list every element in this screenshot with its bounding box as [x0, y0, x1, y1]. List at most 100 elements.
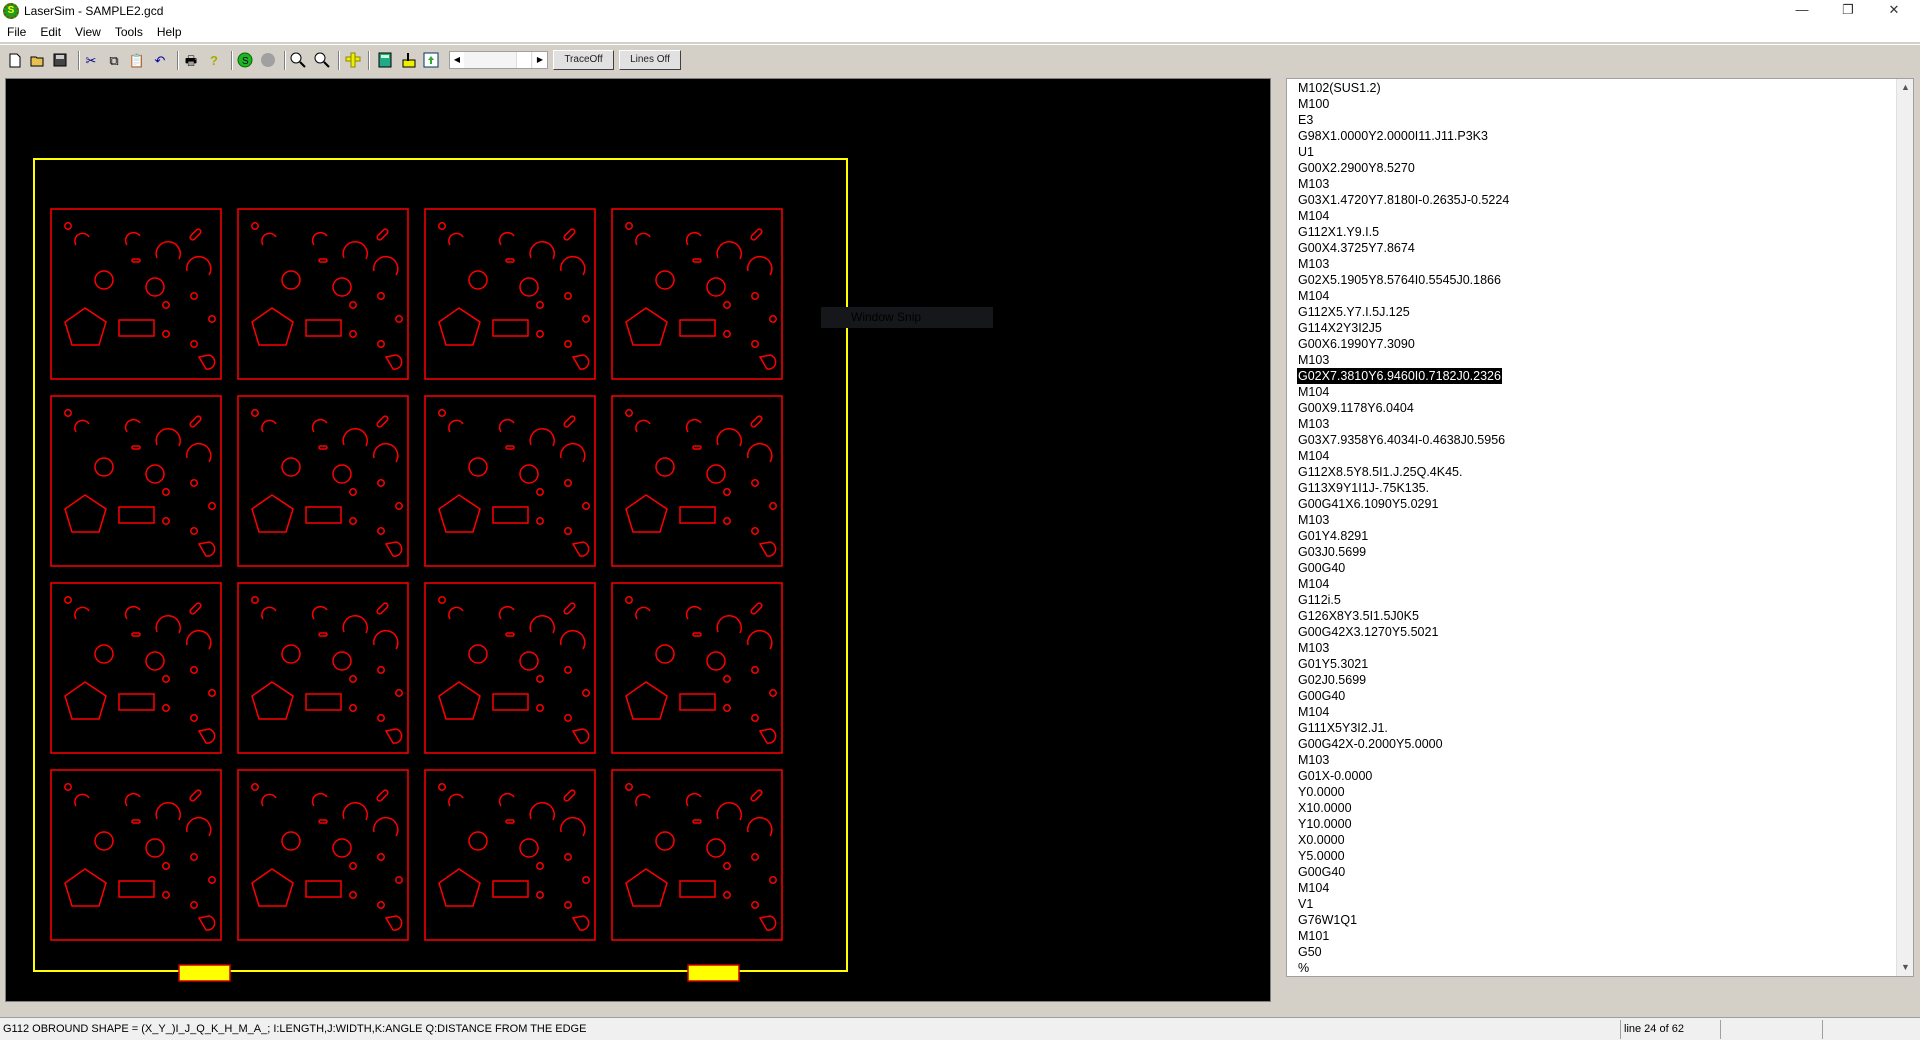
scroll-up-arrow[interactable]: ▲: [1897, 79, 1913, 96]
clamp-right[interactable]: [687, 964, 740, 982]
nested-part-r2-c1: [50, 395, 222, 567]
code-line[interactable]: M103: [1297, 176, 1330, 192]
code-line[interactable]: M103: [1297, 752, 1330, 768]
code-line[interactable]: %: [1297, 960, 1310, 976]
code-line[interactable]: G00G40: [1297, 560, 1346, 576]
code-line[interactable]: M103: [1297, 256, 1330, 272]
code-line[interactable]: G00X4.3725Y7.8674: [1297, 240, 1416, 256]
code-line[interactable]: G03J0.5699: [1297, 544, 1367, 560]
open-folder-icon[interactable]: [29, 51, 47, 69]
code-line[interactable]: G113X9Y1I1J-.75K135.: [1297, 480, 1430, 496]
simulation-canvas[interactable]: [5, 78, 1271, 1002]
code-line-selected[interactable]: G02X7.3810Y6.9460I0.7182J0.2326: [1297, 368, 1502, 384]
code-line[interactable]: M104: [1297, 576, 1330, 592]
code-line[interactable]: M102(SUS1.2): [1297, 80, 1382, 96]
save-icon[interactable]: [51, 51, 69, 69]
toolpath-icon[interactable]: [399, 51, 417, 69]
code-line[interactable]: G01Y5.3021: [1297, 656, 1369, 672]
menu-tools[interactable]: Tools: [108, 25, 150, 39]
vertical-scrollbar[interactable]: ▲ ▼: [1896, 79, 1913, 976]
code-line[interactable]: G112i.5: [1297, 592, 1342, 608]
menu-file[interactable]: File: [0, 25, 33, 39]
code-line[interactable]: G112X1.Y9.I.5: [1297, 224, 1380, 240]
code-line[interactable]: G111X5Y3I2.J1.: [1297, 720, 1389, 736]
code-line[interactable]: G126X8Y3.5I1.5J0K5: [1297, 608, 1420, 624]
restore-button[interactable]: ❐: [1826, 0, 1870, 21]
start-icon[interactable]: S: [236, 51, 254, 69]
code-line[interactable]: M104: [1297, 704, 1330, 720]
gcode-listing[interactable]: M102(SUS1.2) M100 E3 G98X1.0000Y2.0000I11.J…: [1286, 78, 1914, 977]
canvas-drawing: [33, 158, 848, 982]
code-line[interactable]: M104: [1297, 448, 1330, 464]
export-icon[interactable]: [422, 51, 440, 69]
code-line[interactable]: M103: [1297, 416, 1330, 432]
code-line[interactable]: M101: [1297, 928, 1330, 944]
code-line[interactable]: M103: [1297, 512, 1330, 528]
code-line[interactable]: G03X1.4720Y7.8180I-0.2635J-0.5224: [1297, 192, 1510, 208]
code-line[interactable]: M100: [1297, 96, 1330, 112]
lines-off-button[interactable]: Lines Off: [619, 50, 681, 70]
scroll-left-arrow[interactable]: ◀: [450, 52, 464, 68]
horizontal-slider[interactable]: ◀ ▶: [449, 51, 548, 69]
code-line[interactable]: M104: [1297, 384, 1330, 400]
minimize-button[interactable]: —: [1780, 0, 1824, 21]
undo-icon[interactable]: ↶: [151, 51, 169, 69]
stop-icon[interactable]: [259, 51, 277, 69]
code-line[interactable]: V1: [1297, 896, 1314, 912]
code-line[interactable]: G76W1Q1: [1297, 912, 1358, 928]
code-line[interactable]: G112X5.Y7.I.5J.125: [1297, 304, 1411, 320]
code-line[interactable]: G00G41X6.1090Y5.0291: [1297, 496, 1439, 512]
status-line-info: line 24 of 62: [1620, 1020, 1720, 1039]
code-line[interactable]: X0.0000: [1297, 832, 1346, 848]
code-line[interactable]: G00X2.2900Y8.5270: [1297, 160, 1416, 176]
close-button[interactable]: ✕: [1872, 0, 1916, 21]
clamp-left[interactable]: [178, 964, 231, 982]
code-line[interactable]: M104: [1297, 208, 1330, 224]
copy-icon[interactable]: ⧉: [105, 51, 123, 69]
help-icon[interactable]: ?: [205, 51, 223, 69]
code-line[interactable]: G00X6.1990Y7.3090: [1297, 336, 1416, 352]
measure-icon[interactable]: [344, 51, 362, 69]
code-line[interactable]: G00X9.1178Y6.0404: [1297, 400, 1415, 416]
code-line[interactable]: G112X8.5Y8.5I1.J.25Q.4K45.: [1297, 464, 1463, 480]
menu-view[interactable]: View: [68, 25, 108, 39]
code-line[interactable]: M104: [1297, 880, 1330, 896]
slider-thumb[interactable]: [516, 52, 532, 68]
trace-off-button[interactable]: TraceOff: [553, 50, 614, 70]
code-line[interactable]: M104: [1297, 288, 1330, 304]
code-line[interactable]: Y0.0000: [1297, 784, 1346, 800]
print-icon[interactable]: 🖶: [182, 51, 200, 69]
code-line[interactable]: G50: [1297, 944, 1323, 960]
code-line[interactable]: G02J0.5699: [1297, 672, 1367, 688]
menu-edit[interactable]: Edit: [33, 25, 68, 39]
code-line[interactable]: Y5.0000: [1297, 848, 1346, 864]
zoom-all-icon[interactable]: [313, 51, 331, 69]
code-line[interactable]: E3: [1297, 112, 1314, 128]
code-line[interactable]: G02X5.1905Y8.5764I0.5545J0.1866: [1297, 272, 1502, 288]
menu-help[interactable]: Help: [150, 25, 189, 39]
calculator-icon[interactable]: [376, 51, 394, 69]
code-line[interactable]: G00G42X3.1270Y5.5021: [1297, 624, 1439, 640]
zoom-icon[interactable]: [289, 51, 307, 69]
code-line[interactable]: X10.0000: [1297, 800, 1353, 816]
new-file-icon[interactable]: [6, 51, 24, 69]
scrollbar-thumb[interactable]: [1899, 163, 1911, 283]
cut-icon[interactable]: ✂: [82, 51, 100, 69]
scroll-right-arrow[interactable]: ▶: [533, 52, 547, 68]
code-line[interactable]: M103: [1297, 640, 1330, 656]
code-line[interactable]: G01X-0.0000: [1297, 768, 1373, 784]
code-line[interactable]: M103: [1297, 352, 1330, 368]
code-line[interactable]: G00G40: [1297, 864, 1346, 880]
status-panel-3: [1720, 1020, 1822, 1039]
code-line[interactable]: Y10.0000: [1297, 816, 1353, 832]
code-line[interactable]: G98X1.0000Y2.0000I11.J11.P3K3: [1297, 128, 1489, 144]
scroll-down-arrow[interactable]: ▼: [1897, 959, 1913, 976]
code-line[interactable]: U1: [1297, 144, 1315, 160]
nested-part-r3-c1: [50, 582, 222, 754]
code-line[interactable]: G114X2Y3I2J5: [1297, 320, 1383, 336]
code-line[interactable]: G03X7.9358Y6.4034I-0.4638J0.5956: [1297, 432, 1506, 448]
code-line[interactable]: G00G42X-0.2000Y5.0000: [1297, 736, 1444, 752]
code-line[interactable]: G00G40: [1297, 688, 1346, 704]
code-line[interactable]: G01Y4.8291: [1297, 528, 1369, 544]
paste-icon[interactable]: 📋: [128, 51, 146, 69]
